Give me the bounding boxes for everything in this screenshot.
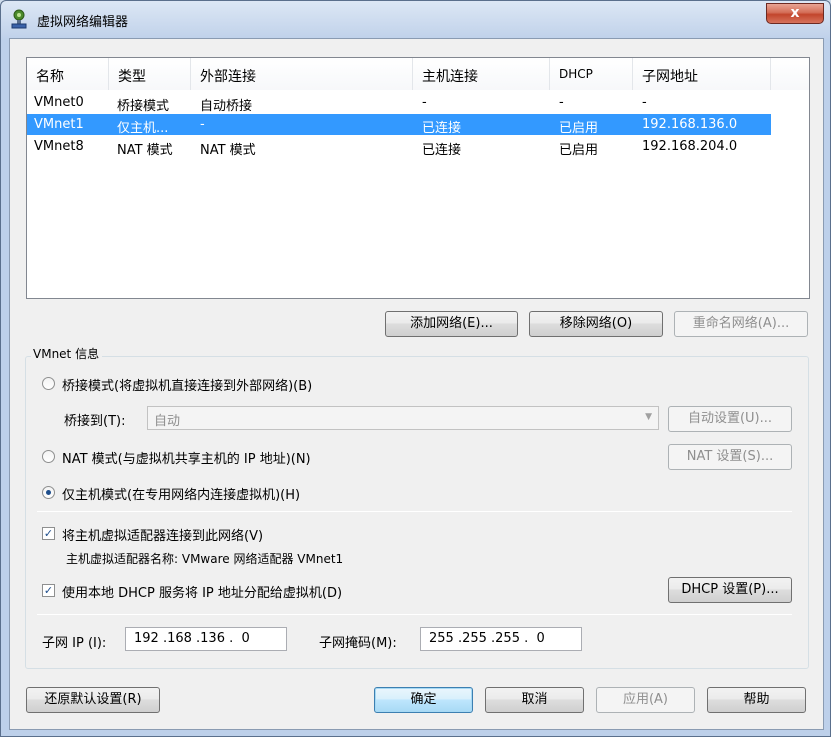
bridge-to-select[interactable]: 自动 ▼ bbox=[147, 406, 659, 430]
nat-settings-button[interactable]: NAT 设置(S)... bbox=[668, 444, 792, 470]
connect-adapter-label: 将主机虚拟适配器连接到此网络(V) bbox=[62, 529, 264, 544]
cell-type: NAT 模式 bbox=[117, 143, 173, 158]
use-dhcp-label: 使用本地 DHCP 服务将 IP 地址分配给虚拟机(D) bbox=[62, 586, 343, 601]
hostonly-mode-label: 仅主机模式(在专用网络内连接虚拟机)(H) bbox=[62, 488, 301, 503]
cell-host: 已连接 bbox=[422, 143, 462, 158]
nat-mode-label: NAT 模式(与虚拟机共享主机的 IP 地址)(N) bbox=[62, 452, 311, 467]
rename-network-button[interactable]: 重命名网络(A)... bbox=[674, 311, 808, 337]
cell-name: VMnet8 bbox=[34, 139, 84, 154]
cell-dhcp: 已启用 bbox=[559, 121, 599, 136]
column-header-subnet[interactable]: 子网地址 bbox=[633, 58, 771, 90]
use-dhcp-checkbox[interactable]: ✓ bbox=[42, 584, 55, 597]
dialog-window: 虚拟网络编辑器 x 名称 类型 外部连接 主机连接 DHCP 子网地址 VMne… bbox=[0, 0, 831, 737]
column-header-host[interactable]: 主机连接 bbox=[413, 58, 550, 90]
table-row-selected[interactable]: VMnet1 仅主机... - 已连接 已启用 192.168.136.0 bbox=[27, 114, 771, 136]
window-title: 虚拟网络编辑器 bbox=[37, 15, 129, 30]
subnet-mask-label: 子网掩码(M): bbox=[319, 636, 397, 651]
auto-settings-button[interactable]: 自动设置(U)... bbox=[668, 406, 792, 432]
cell-name: VMnet0 bbox=[34, 95, 84, 110]
cell-type: 桥接模式 bbox=[117, 99, 170, 114]
cell-external: 自动桥接 bbox=[200, 99, 253, 114]
connect-adapter-checkbox[interactable]: ✓ bbox=[42, 527, 55, 540]
remove-network-button[interactable]: 移除网络(O) bbox=[529, 311, 663, 337]
ok-button[interactable]: 确定 bbox=[374, 687, 473, 713]
dialog-body: 名称 类型 外部连接 主机连接 DHCP 子网地址 VMnet0 桥接模式 自动… bbox=[9, 38, 824, 730]
bridged-mode-label: 桥接模式(将虚拟机直接连接到外部网络)(B) bbox=[62, 379, 313, 394]
cell-subnet: 192.168.136.0 bbox=[642, 117, 738, 132]
subnet-ip-label: 子网 IP (I): bbox=[42, 636, 107, 651]
network-list[interactable]: 名称 类型 外部连接 主机连接 DHCP 子网地址 VMnet0 桥接模式 自动… bbox=[26, 57, 810, 299]
cell-name: VMnet1 bbox=[34, 117, 84, 132]
restore-defaults-button[interactable]: 还原默认设置(R) bbox=[26, 687, 160, 713]
divider bbox=[37, 511, 792, 512]
apply-button[interactable]: 应用(A) bbox=[596, 687, 695, 713]
list-header: 名称 类型 外部连接 主机连接 DHCP 子网地址 bbox=[27, 58, 809, 90]
cell-host: 已连接 bbox=[422, 121, 462, 136]
title-bar[interactable]: 虚拟网络编辑器 x bbox=[1, 1, 830, 37]
bridge-to-label: 桥接到(T): bbox=[64, 414, 126, 429]
cell-external: - bbox=[200, 117, 205, 132]
bridged-mode-radio[interactable] bbox=[42, 377, 55, 390]
subnet-mask-input[interactable]: 255 .255 .255 . 0 bbox=[420, 627, 582, 651]
dhcp-settings-button[interactable]: DHCP 设置(P)... bbox=[668, 577, 792, 603]
cell-subnet: 192.168.204.0 bbox=[642, 139, 738, 154]
hostonly-mode-radio[interactable] bbox=[42, 486, 55, 499]
adapter-name-label: 主机虚拟适配器名称: VMware 网络适配器 VMnet1 bbox=[66, 552, 344, 566]
close-button[interactable]: x bbox=[766, 3, 824, 24]
column-header-type[interactable]: 类型 bbox=[109, 58, 191, 90]
cell-dhcp: 已启用 bbox=[559, 143, 599, 158]
cell-subnet: - bbox=[642, 95, 647, 110]
network-editor-icon bbox=[11, 9, 27, 29]
column-header-name[interactable]: 名称 bbox=[27, 58, 109, 90]
cell-type: 仅主机... bbox=[117, 121, 169, 136]
cell-host: - bbox=[422, 95, 427, 110]
add-network-button[interactable]: 添加网络(E)... bbox=[385, 311, 518, 337]
table-row[interactable]: VMnet0 桥接模式 自动桥接 - - - bbox=[27, 92, 771, 114]
cancel-button[interactable]: 取消 bbox=[485, 687, 584, 713]
table-row[interactable]: VMnet8 NAT 模式 NAT 模式 已连接 已启用 192.168.204… bbox=[27, 136, 771, 158]
divider bbox=[37, 614, 792, 615]
subnet-ip-input[interactable]: 192 .168 .136 . 0 bbox=[125, 627, 287, 651]
help-button[interactable]: 帮助 bbox=[707, 687, 806, 713]
column-header-filler bbox=[771, 58, 809, 90]
nat-mode-radio[interactable] bbox=[42, 450, 55, 463]
cell-external: NAT 模式 bbox=[200, 143, 256, 158]
column-header-external[interactable]: 外部连接 bbox=[191, 58, 413, 90]
column-header-dhcp[interactable]: DHCP bbox=[550, 58, 633, 90]
chevron-down-icon: ▼ bbox=[645, 412, 652, 422]
vmnet-info-group bbox=[25, 356, 809, 669]
bridge-to-value: 自动 bbox=[154, 414, 181, 429]
vmnet-info-label: VMnet 信息 bbox=[31, 345, 103, 362]
cell-dhcp: - bbox=[559, 95, 564, 110]
